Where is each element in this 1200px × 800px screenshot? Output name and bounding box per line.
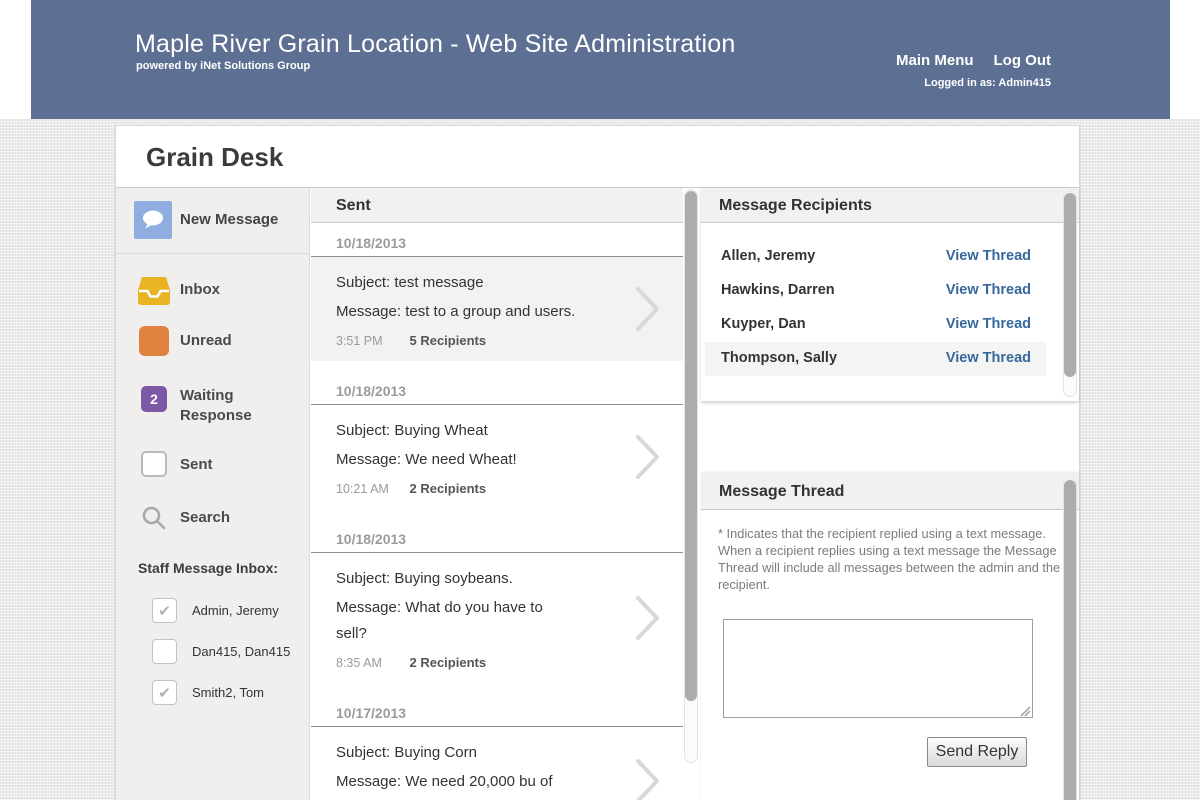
message-preview: Message: We need Wheat! xyxy=(336,447,576,473)
log-out-link[interactable]: Log Out xyxy=(994,52,1051,69)
waiting-count-badge: 2 xyxy=(141,386,167,412)
staff-user-name: Admin, Jeremy xyxy=(192,603,279,618)
recipient-row: Kuyper, Dan View Thread xyxy=(705,308,1046,342)
staff-inbox-label: Staff Message Inbox: xyxy=(138,560,278,576)
app-header: Maple River Grain Location - Web Site Ad… xyxy=(31,0,1170,119)
view-thread-link[interactable]: View Thread xyxy=(946,248,1031,264)
sidebar-item-label: Inbox xyxy=(180,280,220,300)
chevron-right-icon[interactable] xyxy=(635,433,661,486)
message-preview: Message: What do you have to sell? xyxy=(336,595,576,647)
date-group-label: 10/18/2013 xyxy=(311,371,683,405)
message-subject: Subject: test message xyxy=(336,274,613,291)
staff-user-checkbox[interactable] xyxy=(152,680,177,705)
scrollbar-thumb[interactable] xyxy=(1064,480,1076,800)
date-group-label: 10/17/2013 xyxy=(311,693,683,727)
sidebar: New Message Inbox Unread xyxy=(116,188,310,800)
app-subtitle: powered by iNet Solutions Group xyxy=(136,60,310,72)
message-list-header: Sent xyxy=(311,188,683,223)
scrollbar-thumb[interactable] xyxy=(1064,193,1076,377)
sidebar-item-label: Sent xyxy=(180,455,213,475)
recipient-row: Thompson, Sally View Thread xyxy=(705,342,1046,376)
view-thread-link[interactable]: View Thread xyxy=(946,282,1031,298)
date-group-label: 10/18/2013 xyxy=(311,519,683,553)
chevron-right-icon[interactable] xyxy=(635,285,661,338)
waiting-response-badge: 2 xyxy=(136,386,172,412)
message-list-item[interactable]: Subject: Buying soybeans. Message: What … xyxy=(311,553,683,683)
message-time: 10:21 AM xyxy=(336,482,394,496)
view-thread-link[interactable]: View Thread xyxy=(946,350,1031,366)
page-background: Maple River Grain Location - Web Site Ad… xyxy=(0,0,1200,800)
message-list-scrollbar[interactable] xyxy=(684,189,698,763)
speech-bubble-icon xyxy=(134,201,172,239)
send-reply-button[interactable]: Send Reply xyxy=(927,737,1027,767)
staff-user-checkbox[interactable] xyxy=(152,598,177,623)
chevron-right-icon[interactable] xyxy=(635,594,661,647)
page-title: Grain Desk xyxy=(146,142,283,173)
message-thread-panel: Message Thread * Indicates that the reci… xyxy=(701,473,1079,800)
staff-user-name: Smith2, Tom xyxy=(192,685,264,700)
chevron-right-icon[interactable] xyxy=(635,757,661,800)
recipient-row: Allen, Jeremy View Thread xyxy=(705,240,1046,274)
recipient-name: Hawkins, Darren xyxy=(721,282,835,298)
unread-icon xyxy=(136,326,172,361)
thread-note: * Indicates that the recipient replied u… xyxy=(718,525,1066,593)
message-recipients-panel: Message Recipients Allen, Jeremy View Th… xyxy=(701,188,1079,401)
card-body: New Message Inbox Unread xyxy=(116,187,1079,800)
sidebar-item-label: Search xyxy=(180,508,230,528)
thread-scrollbar[interactable] xyxy=(1063,478,1077,800)
top-band: Maple River Grain Location - Web Site Ad… xyxy=(0,0,1200,119)
message-list-item[interactable]: Subject: Buying Corn Message: We need 20… xyxy=(311,727,683,800)
header-nav: Main Menu Log Out Logged in as: Admin415 xyxy=(896,52,1051,89)
recipient-row: Hawkins, Darren View Thread xyxy=(705,274,1046,308)
sent-message-list: Sent 10/18/2013 Subject: test message Me… xyxy=(311,188,683,800)
sidebar-item-label: Unread xyxy=(180,331,232,351)
message-subject: Subject: Buying Corn xyxy=(336,744,613,761)
message-recipient-count: 2 Recipients xyxy=(409,655,486,670)
staff-user-name: Dan415, Dan415 xyxy=(192,644,290,659)
app-title: Maple River Grain Location - Web Site Ad… xyxy=(135,30,735,59)
thread-panel-header: Message Thread xyxy=(701,473,1079,510)
recipient-name: Allen, Jeremy xyxy=(721,248,815,264)
recipient-name: Kuyper, Dan xyxy=(721,316,806,332)
staff-user-checkbox[interactable] xyxy=(152,639,177,664)
message-list-item[interactable]: Subject: Buying Wheat Message: We need W… xyxy=(311,405,683,509)
sidebar-item-label: Waiting Response xyxy=(180,386,270,426)
message-time: 8:35 AM xyxy=(336,656,394,670)
scrollbar-thumb[interactable] xyxy=(685,191,697,701)
logged-in-status: Logged in as: Admin415 xyxy=(896,77,1051,89)
new-message-button[interactable]: New Message xyxy=(116,188,309,254)
message-list-item[interactable]: Subject: test message Message: test to a… xyxy=(311,257,683,361)
message-subject: Subject: Buying soybeans. xyxy=(336,570,613,587)
inbox-icon xyxy=(136,276,172,311)
message-recipient-count: 5 Recipients xyxy=(409,333,486,348)
sent-icon xyxy=(136,451,172,482)
view-thread-link[interactable]: View Thread xyxy=(946,316,1031,332)
reply-textarea[interactable] xyxy=(723,619,1033,718)
recipients-panel-header: Message Recipients xyxy=(701,188,1079,223)
grain-desk-card: Grain Desk New Message xyxy=(115,125,1080,800)
date-group-label: 10/18/2013 xyxy=(311,223,683,257)
recipients-scrollbar[interactable] xyxy=(1063,191,1077,397)
message-time: 3:51 PM xyxy=(336,334,394,348)
new-message-label: New Message xyxy=(180,211,278,228)
message-preview: Message: test to a group and users. xyxy=(336,299,576,325)
recipient-name: Thompson, Sally xyxy=(721,350,837,366)
message-preview: Message: We need 20,000 bu of corn. What… xyxy=(336,769,576,800)
main-menu-link[interactable]: Main Menu xyxy=(896,52,974,69)
message-recipient-count: 2 Recipients xyxy=(409,481,486,496)
search-icon xyxy=(136,505,172,536)
message-subject: Subject: Buying Wheat xyxy=(336,422,613,439)
recipients-rows: Allen, Jeremy View Thread Hawkins, Darre… xyxy=(701,240,1079,376)
